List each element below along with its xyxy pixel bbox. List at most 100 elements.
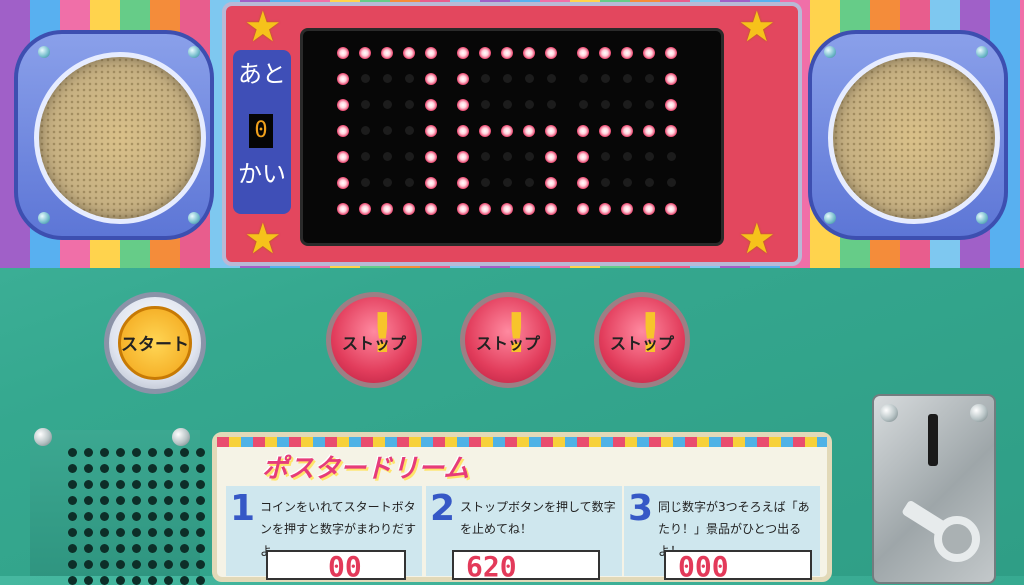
speaker-hole (84, 480, 93, 489)
led-dot-off (666, 152, 676, 162)
led-dot-off (502, 100, 512, 110)
led-dot-off (360, 152, 370, 162)
led-dot-on (457, 202, 469, 215)
speaker-hole (132, 496, 141, 505)
led-dot-on (523, 202, 535, 215)
led-dot-off (404, 152, 414, 162)
led-dot-off (382, 152, 392, 162)
speaker-hole (116, 528, 125, 537)
led-dot-on (577, 150, 589, 163)
coin-lever-knob[interactable] (934, 516, 980, 562)
speaker-hole (180, 464, 189, 473)
led-dot-off (404, 126, 414, 136)
star-icon: ★ (738, 214, 776, 263)
speaker-hole (100, 512, 109, 521)
led-dot-on (577, 124, 589, 137)
bolt-icon (976, 46, 988, 58)
speaker-hole (132, 544, 141, 553)
speaker-hole (100, 528, 109, 537)
speaker-hole (132, 528, 141, 537)
led-dot-on (457, 176, 469, 189)
led-dot-on (425, 150, 437, 163)
bolt-icon (880, 404, 898, 422)
led-dot-on (545, 150, 557, 163)
stop-button-label: ストップ (475, 334, 540, 353)
speaker-hole (164, 448, 173, 457)
stop-button-3[interactable]: ! ストップ (594, 292, 690, 388)
step-number: 2 (430, 488, 456, 529)
led-screen (300, 28, 724, 246)
led-dot-off (404, 178, 414, 188)
speaker-hole (196, 464, 205, 473)
start-button-label: スタート (121, 335, 189, 355)
bolt-icon (824, 212, 836, 224)
led-dot-off (644, 178, 654, 188)
speaker-hole (116, 544, 125, 553)
coin-insert-slot[interactable] (928, 414, 938, 466)
led-dot-off (600, 100, 610, 110)
led-dot-on (545, 124, 557, 137)
led-dot-off (644, 152, 654, 162)
led-dot-off (360, 178, 370, 188)
led-dot-on (359, 202, 371, 215)
led-dot-on (425, 98, 437, 111)
led-dot-on (337, 176, 349, 189)
bolt-icon (38, 212, 50, 224)
led-dot-off (600, 152, 610, 162)
speaker-hole (68, 528, 77, 537)
led-dot-on (643, 202, 655, 215)
speaker-hole (164, 544, 173, 553)
speaker-hole (196, 528, 205, 537)
speaker-hole (132, 560, 141, 569)
led-dot-on (457, 124, 469, 137)
speaker-hole (148, 560, 157, 569)
speaker-hole (84, 512, 93, 521)
led-dot-on (545, 176, 557, 189)
led-dot-on (545, 202, 557, 215)
led-dot-on (599, 124, 611, 137)
remaining-label-top: あと (238, 60, 286, 88)
speaker-hole (164, 512, 173, 521)
speaker-hole (148, 576, 157, 585)
led-dot-off (404, 74, 414, 84)
speaker-hole (100, 544, 109, 553)
led-dot-on (643, 124, 655, 137)
speaker-hole (164, 464, 173, 473)
led-dot-on (479, 202, 491, 215)
speaker-hole (100, 496, 109, 505)
coin-slot-icon[interactable] (872, 394, 996, 584)
stop-button-2[interactable]: ! ストップ (460, 292, 556, 388)
led-dot-on (403, 202, 415, 215)
speaker-hole (68, 576, 77, 585)
stop-button-1[interactable]: ! ストップ (326, 292, 422, 388)
speaker-hole (84, 496, 93, 505)
led-dot-off (360, 74, 370, 84)
speaker-hole (116, 496, 125, 505)
speaker-hole (68, 512, 77, 521)
led-dot-on (665, 124, 677, 137)
speaker-grill-icon (34, 52, 206, 224)
led-dot-on (359, 47, 371, 59)
led-dot-on (425, 202, 437, 215)
speaker-hole (116, 560, 125, 569)
speaker-hole (148, 512, 157, 521)
example-digits: 620 (466, 550, 517, 583)
speaker-hole (196, 576, 205, 585)
led-dot-off (622, 178, 632, 188)
speaker-hole (100, 560, 109, 569)
start-button[interactable]: スタート (104, 292, 206, 394)
left-speaker-pod (14, 30, 214, 240)
speaker-hole (180, 528, 189, 537)
bolt-icon (188, 46, 200, 58)
speaker-hole (164, 496, 173, 505)
led-dot-off (502, 152, 512, 162)
speaker-hole (196, 544, 205, 553)
speaker-hole (84, 544, 93, 553)
led-dot-off (502, 178, 512, 188)
speaker-hole (148, 464, 157, 473)
led-dot-on (545, 47, 557, 59)
led-dot-off (644, 100, 654, 110)
star-icon: ★ (738, 2, 776, 51)
led-dot-on (381, 47, 393, 59)
speaker-hole (84, 528, 93, 537)
